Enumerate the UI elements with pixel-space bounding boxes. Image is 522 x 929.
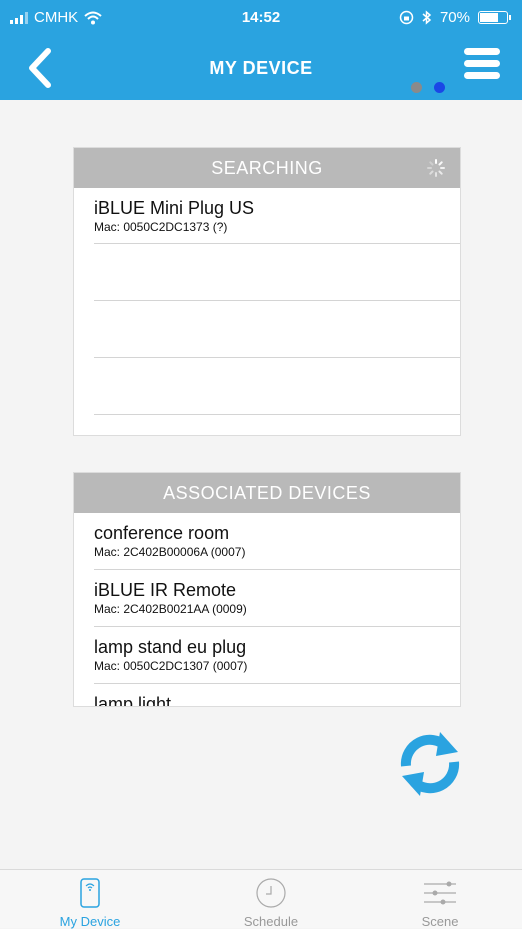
status-right: 70% (399, 9, 511, 26)
device-row[interactable]: conference room Mac: 2C402B00006A (0007) (94, 513, 460, 570)
searching-panel: SEARCHING iBLUE Mini Plug US Mac: 0050C2… (73, 147, 461, 436)
empty-row (94, 358, 460, 415)
bluetooth-icon (422, 10, 432, 25)
device-mac: Mac: 2C402B0021AA (0009) (94, 602, 247, 616)
device-row[interactable]: lamp stand eu plug Mac: 0050C2DC1307 (00… (94, 627, 460, 684)
device-name: iBLUE Mini Plug US (94, 198, 255, 218)
associated-title: ASSOCIATED DEVICES (163, 483, 371, 503)
device-name: lamp stand eu plug (94, 637, 247, 657)
device-mac: Mac: 0050C2DC1307 (0007) (94, 659, 248, 673)
tab-bar: My Device Schedule Scene (0, 869, 522, 929)
device-name: conference room (94, 523, 230, 543)
empty-row (94, 301, 460, 358)
searching-title: SEARCHING (211, 158, 323, 178)
hamburger-menu-icon (464, 48, 500, 55)
status-bar: CMHK 14:52 70% (0, 0, 522, 34)
phone-wifi-icon (80, 878, 100, 908)
page-dot[interactable] (411, 82, 422, 93)
panel-header: ASSOCIATED DEVICES (74, 473, 460, 513)
page-dot[interactable] (434, 82, 445, 93)
device-name: lamp light (94, 694, 172, 707)
associated-devices-panel: ASSOCIATED DEVICES conference room Mac: … (73, 472, 461, 707)
device-row[interactable]: iBLUE Mini Plug US Mac: 0050C2DC1373 (?) (94, 188, 460, 244)
sliders-icon (424, 881, 456, 905)
menu-button[interactable] (464, 48, 500, 84)
tab-scene[interactable]: Scene (380, 870, 500, 929)
page-title: MY DEVICE (209, 58, 313, 78)
tab-schedule[interactable]: Schedule (211, 870, 331, 929)
device-mac: Mac: 0050C2DC1373 (?) (94, 220, 228, 234)
device-row[interactable]: lamp light (94, 684, 460, 707)
device-name: iBLUE IR Remote (94, 580, 237, 600)
refresh-icon (400, 732, 460, 796)
loading-spinner-icon (427, 159, 445, 177)
device-row[interactable]: iBLUE IR Remote Mac: 2C402B0021AA (0009) (94, 570, 460, 627)
orientation-lock-icon (399, 10, 414, 25)
battery-icon (478, 11, 511, 24)
refresh-button[interactable] (396, 730, 464, 798)
header-bar: CMHK 14:52 70% MY DEVICE (0, 0, 522, 100)
panel-header: SEARCHING (74, 148, 460, 188)
empty-row (94, 244, 460, 301)
tab-my-device[interactable]: My Device (30, 870, 150, 929)
clock-icon (256, 878, 286, 908)
device-mac: Mac: 2C402B00006A (0007) (94, 545, 246, 559)
battery-percent: 70% (439, 9, 470, 26)
page-indicator (411, 82, 445, 93)
